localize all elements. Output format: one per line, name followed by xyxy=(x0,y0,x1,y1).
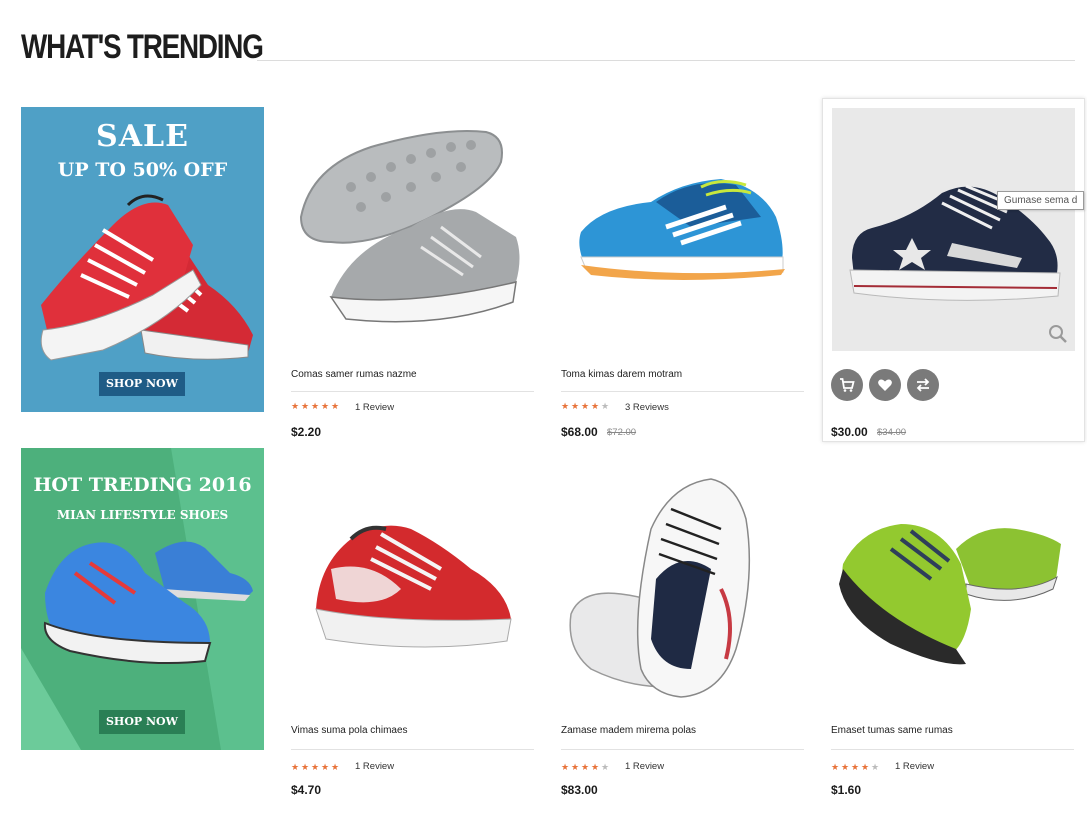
star-icon: ★ xyxy=(861,762,870,772)
banner-headline: SALE xyxy=(96,119,189,154)
star-icon: ★ xyxy=(311,401,320,411)
wishlist-button[interactable] xyxy=(869,369,901,401)
rating-stars: ★ ★ ★ ★ ★ xyxy=(561,763,610,773)
product-name[interactable]: Emaset tumas same rumas xyxy=(831,725,953,736)
zoom-icon[interactable] xyxy=(1048,324,1068,344)
star-icon: ★ xyxy=(581,762,590,772)
product-card[interactable]: Emaset tumas same rumas ★ ★ ★ ★ ★ 1 Review $… xyxy=(831,469,1074,799)
compare-button[interactable] xyxy=(907,369,939,401)
red-sneakers-image xyxy=(40,194,253,361)
product-divider xyxy=(561,749,804,750)
star-icon: ★ xyxy=(601,762,610,772)
review-count[interactable]: 3 Reviews xyxy=(625,402,669,413)
product-price: $68.00 xyxy=(561,425,598,439)
review-count[interactable]: 1 Review xyxy=(625,761,664,772)
star-icon: ★ xyxy=(571,762,580,772)
product-card-hovered[interactable]: $30.00 $34.00 xyxy=(822,98,1085,442)
product-price: $30.00 xyxy=(831,425,868,439)
grey-golf-shoe-image xyxy=(299,130,520,323)
banner-subheadline: UP TO 50% OFF xyxy=(57,159,228,181)
blue-running-shoe-image xyxy=(579,179,785,280)
product-divider xyxy=(561,391,804,392)
product-name[interactable]: Zamase madem mirema polas xyxy=(561,725,696,736)
rating-stars: ★ ★ ★ ★ ★ xyxy=(291,402,340,412)
product-divider xyxy=(291,749,534,750)
star-icon: ★ xyxy=(321,762,330,772)
banner-subheadline: MIAN LIFESTYLE SHOES xyxy=(56,508,229,522)
heart-icon xyxy=(878,379,892,391)
product-price: $83.00 xyxy=(561,783,598,797)
star-icon: ★ xyxy=(331,401,340,411)
star-icon: ★ xyxy=(581,401,590,411)
product-name[interactable]: Toma kimas darem motram xyxy=(561,369,682,380)
review-count[interactable]: 1 Review xyxy=(895,761,934,772)
blue-sneakers-image xyxy=(43,541,253,664)
old-price: $34.00 xyxy=(877,427,907,438)
star-icon: ★ xyxy=(831,762,840,772)
star-icon: ★ xyxy=(311,762,320,772)
star-icon: ★ xyxy=(291,401,300,411)
old-price: $72.00 xyxy=(607,427,637,438)
navy-canvas-sneaker-image xyxy=(849,184,1061,301)
star-icon: ★ xyxy=(871,762,880,772)
star-icon: ★ xyxy=(301,762,310,772)
star-icon: ★ xyxy=(851,762,860,772)
product-card[interactable]: Comas samer rumas nazme ★ ★ ★ ★ ★ 1 Review $… xyxy=(291,107,534,447)
cart-icon xyxy=(840,378,855,392)
star-icon: ★ xyxy=(591,401,600,411)
star-icon: ★ xyxy=(301,401,310,411)
star-icon: ★ xyxy=(841,762,850,772)
shop-now-button[interactable]: SHOP NOW xyxy=(99,372,185,396)
product-name-tooltip: Gumase sema d xyxy=(997,191,1085,210)
product-name[interactable]: Vimas suma pola chimaes xyxy=(291,725,408,736)
star-icon: ★ xyxy=(331,762,340,772)
navy-white-running-shoes-image xyxy=(569,478,751,698)
product-price: $1.60 xyxy=(831,783,862,797)
product-divider xyxy=(291,391,534,392)
product-price: $2.20 xyxy=(291,425,322,439)
star-icon: ★ xyxy=(561,401,570,411)
title-divider xyxy=(257,60,1075,61)
rating-stars: ★ ★ ★ ★ ★ xyxy=(561,402,610,412)
product-card[interactable]: Zamase madem mirema polas ★ ★ ★ ★ ★ 1 Review… xyxy=(561,469,804,799)
review-count[interactable]: 1 Review xyxy=(355,402,394,413)
hot-trending-banner[interactable]: HOT TREDING 2016 MIAN LIFESTYLE SHOES SH… xyxy=(21,448,264,750)
section-header: WHAT'S TRENDING xyxy=(21,28,1075,68)
shop-now-button[interactable]: SHOP NOW xyxy=(99,710,185,734)
section-title: WHAT'S TRENDING xyxy=(21,28,264,66)
banner-headline: HOT TREDING 2016 xyxy=(33,474,252,496)
product-image-frame[interactable] xyxy=(832,108,1075,351)
star-icon: ★ xyxy=(591,762,600,772)
star-icon: ★ xyxy=(601,401,610,411)
green-reebok-shoes-image xyxy=(839,524,1061,665)
red-sneaker-image xyxy=(315,525,512,648)
sale-banner[interactable]: SALE UP TO 50% OFF SHOP NOW xyxy=(21,107,264,412)
star-icon: ★ xyxy=(561,762,570,772)
star-icon: ★ xyxy=(571,401,580,411)
product-card[interactable]: Toma kimas darem motram ★ ★ ★ ★ ★ 3 Reviews … xyxy=(561,107,804,447)
review-count[interactable]: 1 Review xyxy=(355,761,394,772)
product-name[interactable]: Comas samer rumas nazme xyxy=(291,369,417,380)
rating-stars: ★ ★ ★ ★ ★ xyxy=(291,763,340,773)
product-card[interactable]: Vimas suma pola chimaes ★ ★ ★ ★ ★ 1 Review $… xyxy=(291,469,534,799)
add-to-cart-button[interactable] xyxy=(831,369,863,401)
rating-stars: ★ ★ ★ ★ ★ xyxy=(831,763,880,773)
star-icon: ★ xyxy=(291,762,300,772)
star-icon: ★ xyxy=(321,401,330,411)
compare-icon xyxy=(916,378,930,392)
product-price: $4.70 xyxy=(291,783,322,797)
product-divider xyxy=(831,749,1074,750)
